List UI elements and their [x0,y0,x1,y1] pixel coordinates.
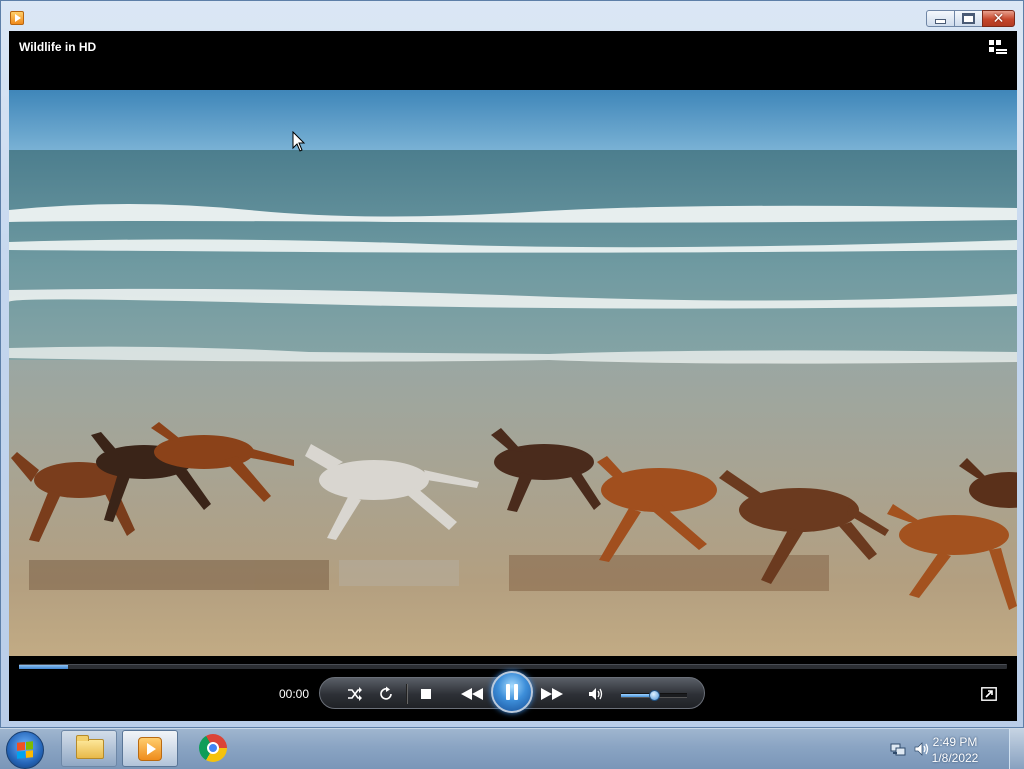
clock-date: 1/8/2022 [931,751,979,765]
previous-icon [461,688,483,700]
taskbar-item-explorer[interactable] [61,730,117,767]
shuffle-button[interactable] [346,685,364,703]
media-player-window: ✕ Wildlife in HD 00:00 [0,0,1024,728]
video-frame[interactable] [9,90,1017,656]
volume-slider[interactable] [621,690,687,701]
repeat-icon [380,686,392,700]
folder-icon [76,735,104,759]
stop-icon [421,689,431,699]
media-player-icon[interactable] [10,11,24,25]
media-player-icon [138,737,162,761]
windows-logo-icon [17,741,33,759]
volume-knob[interactable] [649,690,660,701]
start-button[interactable] [6,731,44,769]
system-clock[interactable]: 2:49 PM 1/8/2022 [930,734,980,766]
fullscreen-icon[interactable] [981,687,997,701]
stop-button[interactable] [417,685,435,703]
separator [406,684,408,704]
window-controls: ✕ [926,10,1015,27]
title-bar[interactable]: ✕ [1,1,1023,31]
pause-button[interactable] [491,671,533,713]
speaker-icon[interactable] [914,741,930,757]
seek-progress [19,665,69,669]
mouse-pointer-icon [292,131,306,152]
close-icon: ✕ [992,10,1005,27]
video-title: Wildlife in HD [19,40,97,54]
chrome-icon[interactable] [199,734,227,762]
next-button[interactable] [540,685,564,703]
switch-to-library-icon[interactable] [989,40,1007,54]
maximize-icon [962,13,975,24]
previous-button[interactable] [460,685,484,703]
repeat-button[interactable] [377,685,395,703]
show-desktop-button[interactable] [1009,729,1024,769]
maximize-button[interactable] [954,10,983,27]
now-playing-view: Wildlife in HD 00:00 [9,31,1017,721]
next-icon [541,688,563,700]
network-icon[interactable] [890,741,906,757]
clock-time: 2:49 PM [932,735,978,749]
close-button[interactable]: ✕ [982,10,1015,27]
shuffle-icon [348,687,362,701]
minimize-button[interactable] [926,10,955,27]
pause-icon [506,684,518,700]
mute-button[interactable] [587,685,605,703]
taskbar: 2:49 PM 1/8/2022 [0,728,1024,769]
current-time: 00:00 [278,687,309,701]
volume-icon [589,688,603,700]
seek-bar[interactable] [19,664,1007,669]
minimize-icon [935,19,946,24]
taskbar-item-media-player[interactable] [122,730,178,767]
